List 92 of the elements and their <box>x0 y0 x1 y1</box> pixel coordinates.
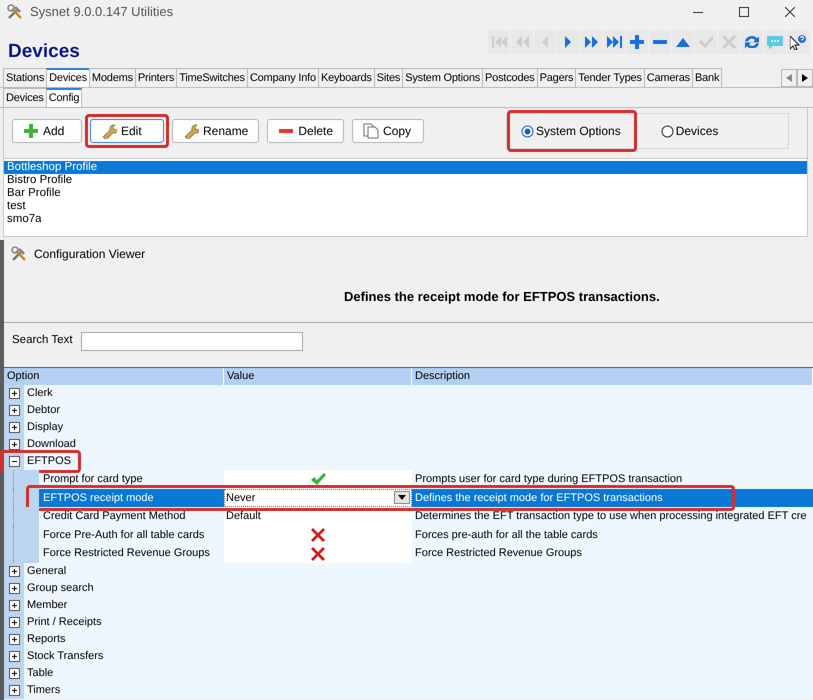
radio-option[interactable]: Devices <box>660 122 718 140</box>
action-button[interactable]: Add <box>12 119 82 143</box>
collapse-icon[interactable] <box>8 456 20 467</box>
tab[interactable]: Config <box>46 88 82 107</box>
tools-icon <box>6 3 24 21</box>
cross-icon <box>311 528 325 542</box>
profile-item[interactable]: test <box>4 200 807 213</box>
expand-icon[interactable] <box>8 634 20 645</box>
option-label[interactable]: EFTPOS receipt mode <box>39 488 224 508</box>
expand-icon[interactable] <box>8 684 20 696</box>
help-cursor-icon <box>790 34 806 50</box>
check-icon <box>698 36 714 48</box>
window-title: Sysnet 9.0.0.147 Utilities <box>30 3 174 22</box>
first-record-icon <box>492 36 506 48</box>
option-label[interactable]: Credit Card Payment Method <box>39 508 224 525</box>
last-record-icon <box>606 36 622 48</box>
group-label[interactable]: Stock Transfers <box>24 648 104 665</box>
profile-item[interactable]: Bistro Profile <box>4 174 807 187</box>
option-description: Force Restricted Revenue Groups <box>414 546 582 562</box>
expand-icon[interactable] <box>8 422 20 433</box>
search-label: Search Text <box>12 333 73 348</box>
double-left-icon <box>516 36 528 48</box>
option-label[interactable]: Force Pre-Auth for all table cards <box>39 526 224 544</box>
expand-icon[interactable] <box>8 439 20 450</box>
cross-icon <box>722 35 736 49</box>
group-label[interactable]: Clerk <box>24 385 53 402</box>
chat-bubble-icon <box>767 36 783 48</box>
right-triangle-icon <box>802 74 808 82</box>
plus-icon <box>23 123 39 139</box>
group-label[interactable]: Group search <box>24 580 94 597</box>
tab[interactable]: Stations <box>3 68 48 87</box>
caret-down-icon <box>398 495 406 500</box>
expand-icon[interactable] <box>8 668 20 679</box>
group-label[interactable]: Display <box>24 419 64 436</box>
expand-icon[interactable] <box>8 405 20 416</box>
viewer-title: Configuration Viewer <box>34 246 146 262</box>
group-label[interactable]: EFTPOS <box>24 453 72 470</box>
tab[interactable]: Bank <box>692 68 722 87</box>
maximize-icon <box>739 7 749 17</box>
group-label[interactable]: General <box>24 563 66 580</box>
group-label[interactable]: Download <box>24 436 76 453</box>
search-field[interactable] <box>80 332 303 350</box>
column-header[interactable]: Description <box>412 368 813 385</box>
expand-icon[interactable] <box>8 600 20 611</box>
option-label[interactable]: Prompt for card type <box>39 471 224 488</box>
profile-item[interactable]: smo7a <box>4 213 807 226</box>
copy-pages-icon <box>363 123 380 139</box>
group-label[interactable]: Table <box>24 665 54 682</box>
group-label[interactable]: Member <box>24 597 68 614</box>
minus-icon <box>653 40 667 44</box>
action-button[interactable]: Rename <box>172 119 260 143</box>
group-label[interactable]: Reports <box>24 631 66 648</box>
expand-icon[interactable] <box>8 566 20 577</box>
group-label[interactable]: Print / Receipts <box>24 614 102 631</box>
action-button[interactable]: Edit <box>90 119 164 143</box>
tab[interactable]: Devices <box>46 68 90 87</box>
option-label[interactable]: Force Restricted Revenue Groups <box>39 545 224 562</box>
toolbar-button[interactable] <box>787 30 809 54</box>
expand-icon[interactable] <box>8 650 20 662</box>
double-right-icon <box>584 36 598 48</box>
option-description: Forces pre-auth for all the table cards <box>414 528 598 543</box>
group-label[interactable]: Debtor <box>24 402 60 419</box>
page-title: Devices <box>8 40 80 64</box>
refresh-icon <box>745 36 759 48</box>
option-description: Defines the receipt mode for EFTPOS transactions <box>412 488 813 508</box>
plus-icon <box>630 35 644 49</box>
expand-icon[interactable] <box>8 616 20 628</box>
tab-scroll-right-button[interactable] <box>797 69 813 87</box>
cross-icon <box>311 546 325 561</box>
option-description: Determines the EFT transaction type to use when processing integrated EFT cre <box>414 509 807 524</box>
action-button[interactable]: Delete <box>267 119 344 143</box>
option-value: Default <box>226 509 261 524</box>
action-button[interactable]: Copy <box>352 119 424 143</box>
expand-icon[interactable] <box>8 388 20 399</box>
column-header[interactable]: Value <box>224 368 412 385</box>
close-icon <box>785 7 795 17</box>
expand-icon[interactable] <box>8 582 20 594</box>
wrench-icon <box>183 123 199 139</box>
left-triangle-icon <box>542 36 548 48</box>
tools-icon <box>10 244 28 262</box>
wrench-icon <box>101 123 117 139</box>
right-triangle-icon <box>565 36 571 48</box>
tab[interactable]: Devices <box>3 88 47 107</box>
group-label[interactable]: Timers <box>24 682 60 699</box>
check-icon <box>310 472 326 486</box>
radio-option[interactable]: System Options <box>521 122 621 140</box>
option-description: Defines the receipt mode for EFTPOS transactions. <box>344 288 660 306</box>
option-description: Prompts user for card type during EFTPOS transaction <box>414 472 682 488</box>
profile-item[interactable]: Bottleshop Profile <box>4 161 807 174</box>
profile-item[interactable]: Bar Profile <box>4 187 807 200</box>
up-triangle-icon <box>676 38 690 46</box>
left-triangle-icon <box>786 74 792 82</box>
